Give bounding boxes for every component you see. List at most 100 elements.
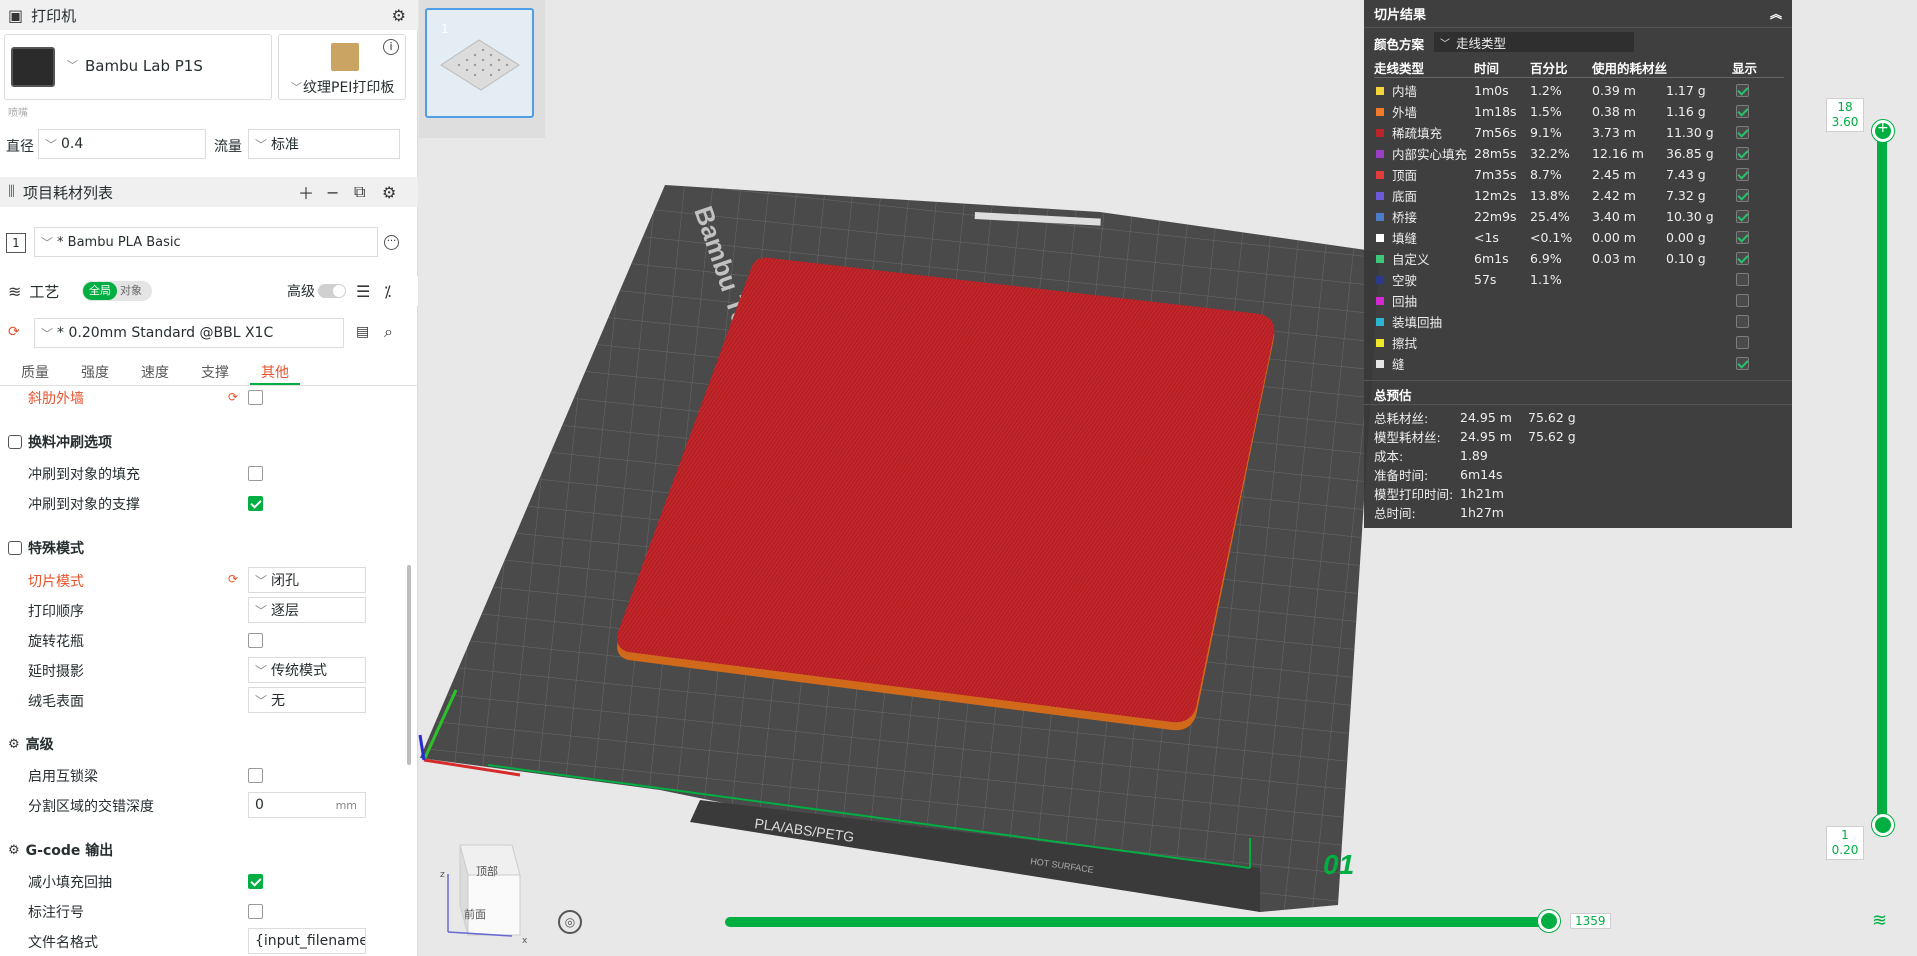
fuzzy-skin-select[interactable]: ﹀ 无 bbox=[248, 687, 366, 713]
layer-slider-top-handle[interactable]: + bbox=[1872, 120, 1894, 142]
reset-icon[interactable]: ⟳ bbox=[8, 324, 20, 340]
plate-thumbnail[interactable]: 1 bbox=[425, 8, 534, 118]
reset-icon[interactable]: ⟳ bbox=[228, 390, 238, 404]
result-row: 内墙 1m0s 1.2% 0.39 m 1.17 g bbox=[1374, 80, 1784, 101]
summary-row: 成本: 1.89 bbox=[1374, 445, 1784, 466]
interlock-depth-input[interactable]: 0 mm bbox=[248, 792, 366, 818]
line-number-checkbox[interactable] bbox=[248, 904, 263, 919]
filament-select[interactable]: ﹀ * Bambu PLA Basic bbox=[34, 227, 378, 257]
result-row: 填缝 <1s <0.1% 0.00 m 0.00 g bbox=[1374, 227, 1784, 248]
line-type-swatch bbox=[1376, 275, 1384, 284]
color-scheme-select[interactable]: ﹀ 走线类型 bbox=[1434, 32, 1634, 52]
line-type-swatch bbox=[1376, 359, 1384, 368]
tab-speed[interactable]: 速度 bbox=[130, 358, 180, 385]
layers-icon[interactable]: ≋ bbox=[1872, 910, 1887, 931]
fuzzy-wall-checkbox[interactable] bbox=[248, 390, 263, 405]
printer-select[interactable]: ﹀ Bambu Lab P1S bbox=[4, 34, 272, 100]
tab-quality[interactable]: 质量 bbox=[10, 358, 60, 385]
more-icon[interactable]: ··· bbox=[384, 235, 399, 250]
move-slider-handle[interactable] bbox=[1538, 910, 1560, 932]
bottom-layer-label: 1 0.20 bbox=[1826, 826, 1864, 860]
flow-select[interactable]: ﹀ 标准 bbox=[248, 129, 400, 159]
tab-strength[interactable]: 强度 bbox=[70, 358, 120, 385]
summary-row: 总时间: 1h27m bbox=[1374, 502, 1784, 523]
line-type-visible-checkbox[interactable] bbox=[1736, 105, 1749, 118]
layer-slider-track[interactable] bbox=[1877, 130, 1887, 822]
reduce-retract-checkbox[interactable] bbox=[248, 874, 263, 889]
camera-icon[interactable]: ◎ bbox=[558, 910, 582, 934]
printer-model: Bambu Lab P1S bbox=[85, 57, 203, 75]
summary-row: 总耗材丝: 24.95 m 75.62 g bbox=[1374, 407, 1784, 428]
list-icon[interactable]: ☰ bbox=[356, 282, 370, 301]
line-type-name: 内墙 bbox=[1392, 84, 1418, 99]
tab-support[interactable]: 支撑 bbox=[190, 358, 240, 385]
flush-group-title: 换料冲刷选项 bbox=[28, 435, 112, 451]
flush-support-checkbox[interactable] bbox=[248, 496, 263, 511]
line-type-swatch bbox=[1376, 170, 1384, 179]
nozzle-label: 喷嘴 bbox=[8, 108, 28, 119]
advanced-toggle[interactable] bbox=[318, 284, 346, 298]
line-type-visible-checkbox[interactable] bbox=[1736, 315, 1749, 328]
gear-icon[interactable]: ⚙ bbox=[382, 183, 396, 202]
move-slider-track[interactable] bbox=[725, 917, 1551, 927]
line-type-visible-checkbox[interactable] bbox=[1736, 210, 1749, 223]
gear-icon[interactable]: ⚙ bbox=[392, 6, 406, 25]
filename-format-value: {input_filename_ bbox=[255, 933, 366, 949]
view-cube-front[interactable]: 前面 bbox=[464, 906, 486, 922]
tab-others[interactable]: 其他 bbox=[250, 358, 300, 385]
toggle-object[interactable]: 对象 bbox=[120, 282, 142, 300]
sync-icon[interactable]: ⧉ bbox=[354, 182, 365, 202]
remove-icon[interactable]: − bbox=[326, 183, 339, 202]
search-icon[interactable]: ⌕ bbox=[384, 322, 393, 342]
global-object-toggle[interactable]: 全局 对象 bbox=[82, 281, 152, 301]
diameter-label: 直径 bbox=[6, 139, 34, 155]
view-cube-top[interactable]: 顶部 bbox=[476, 863, 498, 879]
result-row: 回抽 bbox=[1374, 290, 1784, 311]
toggle-global[interactable]: 全局 bbox=[83, 282, 117, 300]
compare-icon[interactable]: ⁒ bbox=[384, 282, 391, 301]
line-type-visible-checkbox[interactable] bbox=[1736, 231, 1749, 244]
save-icon[interactable]: ▤ bbox=[356, 324, 369, 340]
filename-format-input[interactable]: {input_filename_ bbox=[248, 928, 366, 954]
settings-panel: ▣ 打印机 ⚙ ﹀ Bambu Lab P1S i ﹀ 纹理PEI打印板 喷嘴 … bbox=[0, 0, 418, 956]
summary-value-1: 24.95 m bbox=[1460, 429, 1512, 444]
reset-icon[interactable]: ⟳ bbox=[228, 572, 238, 586]
flush-infill-label: 冲刷到对象的填充 bbox=[28, 467, 140, 483]
add-icon[interactable]: ＋ bbox=[298, 180, 314, 204]
line-type-visible-checkbox[interactable] bbox=[1736, 168, 1749, 181]
info-icon[interactable]: i bbox=[383, 39, 399, 55]
line-type-visible-checkbox[interactable] bbox=[1736, 147, 1749, 160]
collapse-icon[interactable]: ︽ bbox=[1770, 5, 1782, 22]
spiral-checkbox[interactable] bbox=[248, 633, 263, 648]
settings-scrollbar[interactable] bbox=[407, 565, 411, 765]
line-type-visible-checkbox[interactable] bbox=[1736, 294, 1749, 307]
line-type-visible-checkbox[interactable] bbox=[1736, 273, 1749, 286]
plate-select[interactable]: i ﹀ 纹理PEI打印板 bbox=[278, 34, 406, 100]
slice-mode-select[interactable]: ﹀ 闭孔 bbox=[248, 567, 366, 593]
fuzzy-wall-label: 斜肋外墙 bbox=[28, 391, 84, 407]
result-row: 顶面 7m35s 8.7% 2.45 m 7.43 g bbox=[1374, 164, 1784, 185]
line-type-percent: 9.1% bbox=[1530, 125, 1562, 140]
summary-label: 总时间: bbox=[1374, 506, 1416, 521]
filament-header: ⦀ 项目耗材列表 ＋ − ⧉ ⚙ bbox=[0, 177, 418, 207]
line-type-visible-checkbox[interactable] bbox=[1736, 84, 1749, 97]
line-type-visible-checkbox[interactable] bbox=[1736, 189, 1749, 202]
filament-title: 项目耗材列表 bbox=[23, 183, 114, 202]
layer-slider-bottom-handle[interactable] bbox=[1872, 814, 1894, 836]
interlock-checkbox[interactable] bbox=[248, 768, 263, 783]
summary-title: 总预估 bbox=[1374, 388, 1412, 403]
line-type-length: 3.40 m bbox=[1592, 209, 1636, 224]
view-cube[interactable]: 顶部 前面 z x bbox=[430, 840, 530, 946]
filament-index: 1 bbox=[6, 233, 26, 253]
line-type-visible-checkbox[interactable] bbox=[1736, 252, 1749, 265]
line-type-visible-checkbox[interactable] bbox=[1736, 126, 1749, 139]
process-preset-select[interactable]: ﹀ * 0.20mm Standard @BBL X1C bbox=[34, 318, 344, 348]
slice-results-panel: 切片结果 ︽ 颜色方案 ﹀ 走线类型 走线类型 时间 百分比 使用的耗材丝 显示 内… bbox=[1364, 0, 1792, 528]
results-header: 切片结果 ︽ bbox=[1364, 0, 1792, 28]
print-seq-select[interactable]: ﹀ 逐层 bbox=[248, 597, 366, 623]
line-type-visible-checkbox[interactable] bbox=[1736, 336, 1749, 349]
line-type-visible-checkbox[interactable] bbox=[1736, 357, 1749, 370]
timelapse-select[interactable]: ﹀ 传统模式 bbox=[248, 657, 366, 683]
diameter-select[interactable]: ﹀ 0.4 bbox=[38, 129, 206, 159]
flush-infill-checkbox[interactable] bbox=[248, 466, 263, 481]
